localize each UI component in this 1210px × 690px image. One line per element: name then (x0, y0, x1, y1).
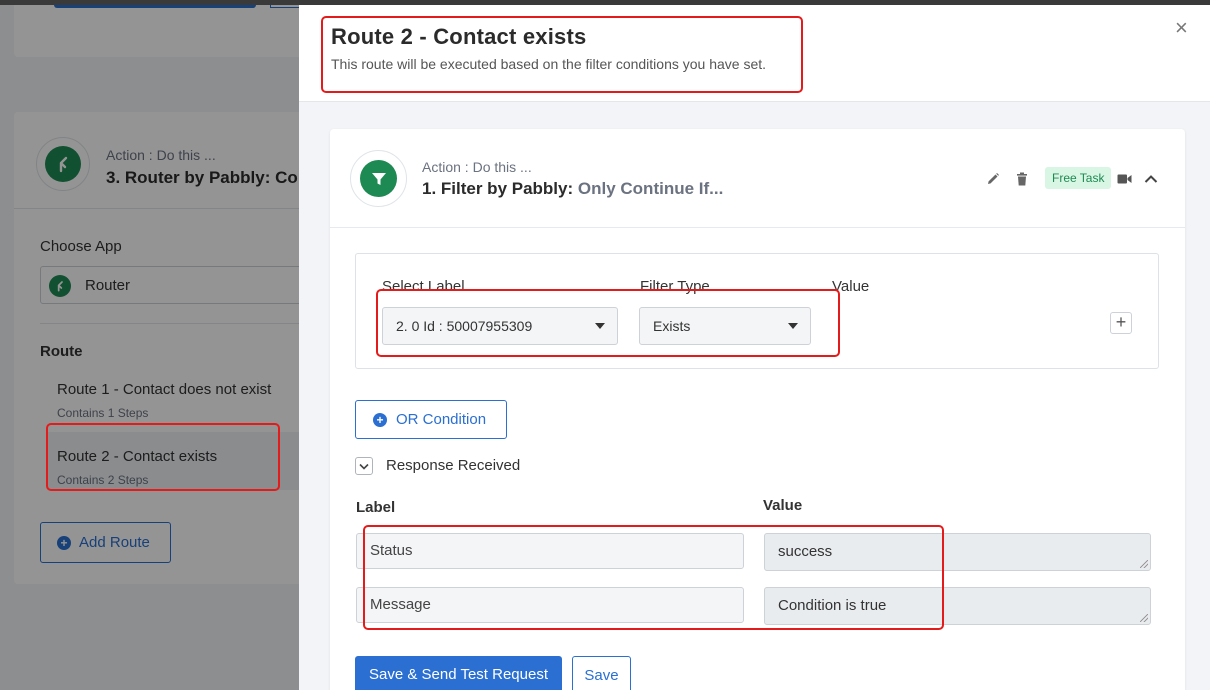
response-received-label: Response Received (386, 457, 521, 474)
highlight-annotation (46, 423, 280, 491)
free-task-badge: Free Task (1045, 167, 1112, 189)
trash-icon[interactable] (1014, 171, 1030, 187)
resize-grip-icon[interactable] (1140, 560, 1148, 568)
filter-step-title: 1. Filter by Pabbly: Only Continue If... (422, 179, 723, 199)
close-icon[interactable]: × (1175, 15, 1188, 41)
highlight-annotation (376, 289, 840, 357)
add-condition-button[interactable]: + (1110, 312, 1132, 334)
save-and-send-test-button[interactable]: Save & Send Test Request (355, 656, 562, 690)
chevron-down-icon (359, 463, 369, 470)
or-condition-label: OR Condition (396, 411, 487, 428)
filter-step-header[interactable]: Action : Do this ... 1. Filter by Pabbly… (330, 129, 1185, 228)
filter-app-logo (350, 150, 407, 207)
funnel-icon (371, 172, 386, 185)
or-condition-button[interactable]: + OR Condition (355, 400, 507, 439)
filter-action-text: Action : Do this ... (422, 159, 532, 175)
video-icon[interactable] (1116, 171, 1132, 187)
pencil-icon[interactable] (985, 171, 1001, 187)
filter-step-event: Only Continue If... (577, 179, 724, 198)
highlight-annotation (321, 16, 803, 93)
value-column-heading: Value (763, 497, 803, 514)
save-button[interactable]: Save (572, 656, 631, 690)
highlight-annotation (363, 525, 944, 630)
label-column-heading: Label (356, 499, 396, 516)
plus-circle-icon: + (373, 412, 387, 427)
chevron-up-icon[interactable] (1143, 171, 1159, 187)
resize-grip-icon[interactable] (1140, 614, 1148, 622)
filter-step-app: 1. Filter by Pabbly: (422, 179, 574, 198)
response-toggle[interactable] (355, 457, 373, 475)
